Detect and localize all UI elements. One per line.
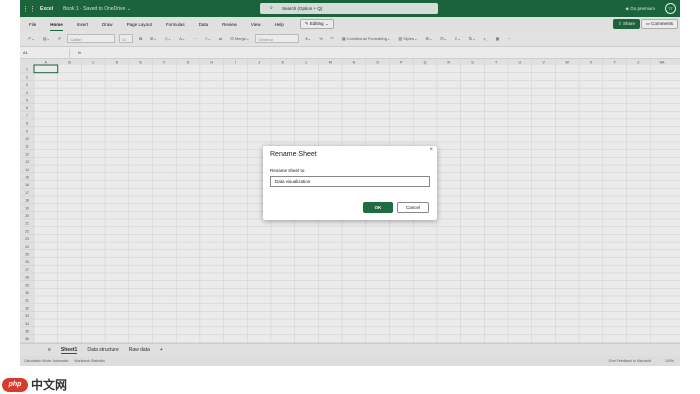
close-icon[interactable]: × <box>429 147 433 153</box>
sheet-name-input[interactable]: Data visualization <box>270 176 430 187</box>
php-logo: php <box>2 377 28 392</box>
dialog-title: Rename Sheet <box>270 151 317 158</box>
cancel-button[interactable]: Cancel <box>397 202 429 213</box>
rename-label: Rename sheet to: <box>270 168 306 173</box>
ok-button[interactable]: OK <box>363 202 393 213</box>
site-watermark: php 中文网 <box>2 376 67 393</box>
watermark-text: 中文网 <box>31 378 68 392</box>
rename-sheet-dialog: Rename Sheet × Rename sheet to: Data vis… <box>263 146 437 220</box>
